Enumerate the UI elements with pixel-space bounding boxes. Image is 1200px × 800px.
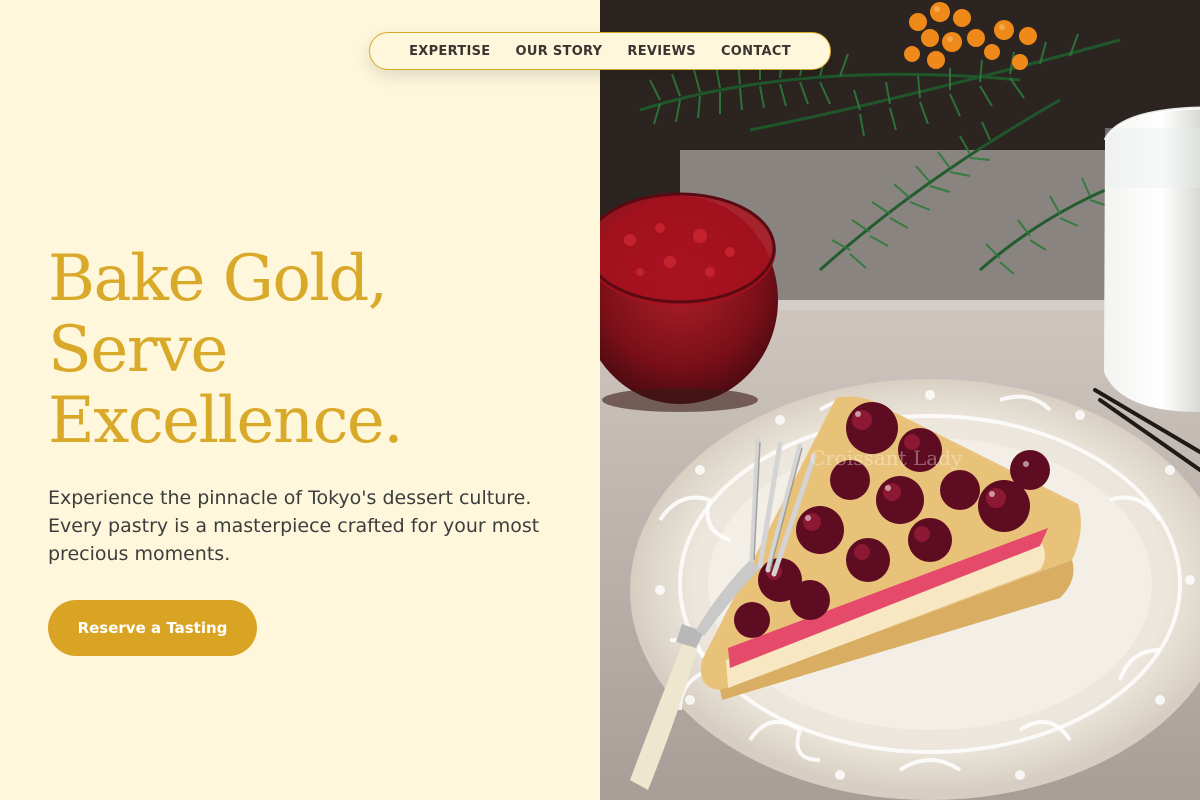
nav-item-contact[interactable]: CONTACT — [721, 44, 791, 59]
reserve-tasting-button[interactable]: Reserve a Tasting — [48, 600, 257, 656]
headline-line-2: Serve — [48, 313, 228, 387]
nav-item-expertise[interactable]: EXPERTISE — [409, 44, 490, 59]
hero-headline: Bake Gold, Serve Excellence. — [48, 244, 568, 457]
hero-image: Croissant Lady — [600, 0, 1200, 800]
image-watermark: Croissant Lady — [810, 446, 963, 470]
hero-subtext: Experience the pinnacle of Tokyo's desse… — [48, 487, 540, 565]
cherry-tart-photo: Croissant Lady — [600, 0, 1200, 800]
headline-line-3: Excellence. — [48, 384, 404, 458]
nav-item-our-story[interactable]: OUR STORY — [516, 44, 603, 59]
main-nav: EXPERTISE OUR STORY REVIEWS CONTACT — [369, 32, 831, 70]
hero-left-panel: Bake Gold, Serve Excellence. Experience … — [0, 0, 600, 800]
nav-item-reviews[interactable]: REVIEWS — [627, 44, 695, 59]
headline-line-1: Bake Gold, — [48, 242, 388, 316]
